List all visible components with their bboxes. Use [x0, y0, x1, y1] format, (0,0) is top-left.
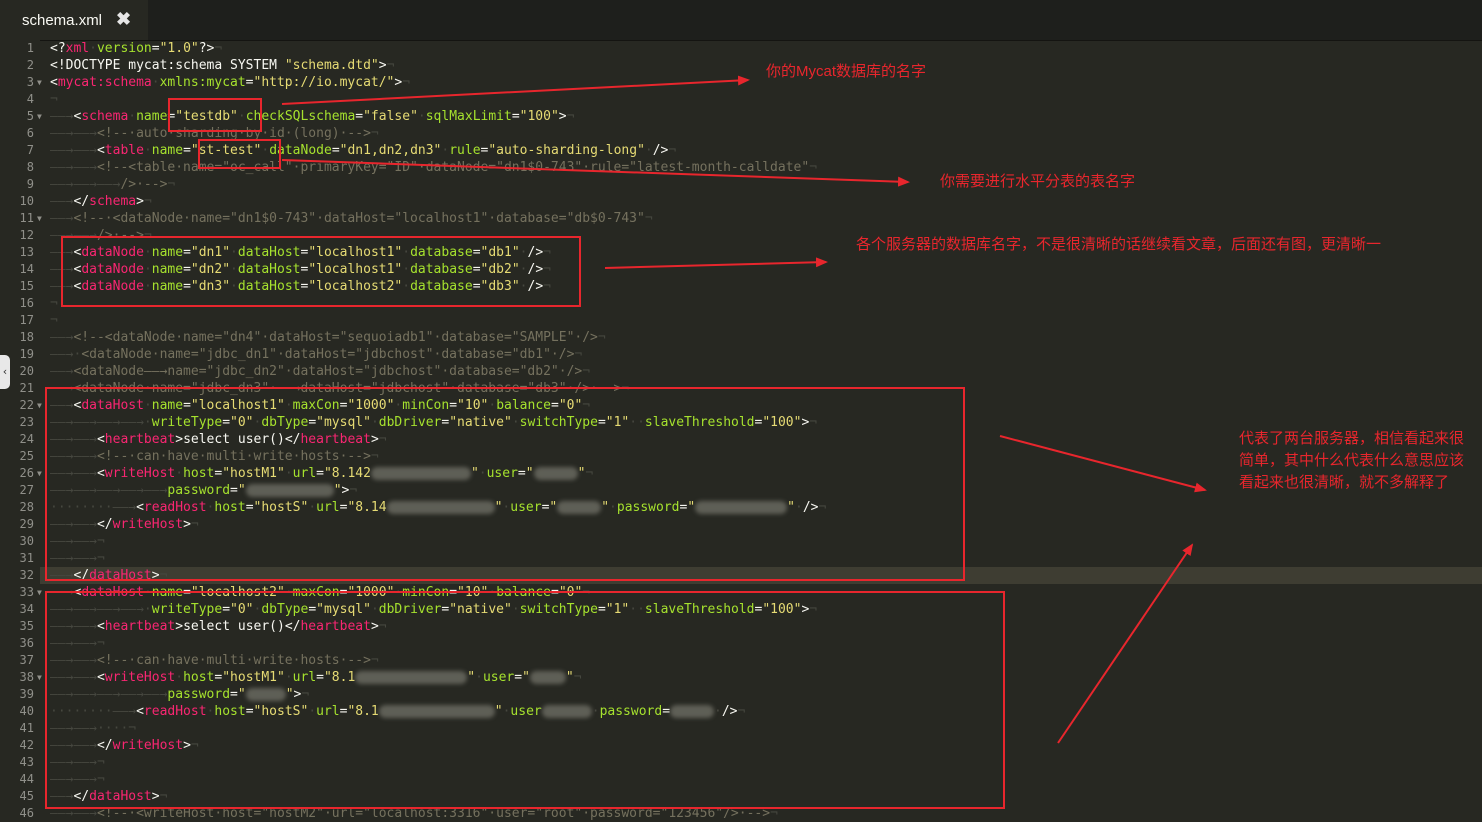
annotation-db-name: 你的Mycat数据库的名字: [766, 63, 927, 80]
arrow-node-db: [604, 257, 828, 269]
arrow-table-name: [281, 159, 910, 187]
arrow-server-2: [1057, 543, 1194, 744]
annotation-table-name: 你需要进行水平分表的表名字: [940, 173, 1136, 190]
annotation-arrows: [281, 75, 1207, 744]
arrow-server-1: [999, 435, 1207, 493]
arrow-db-name: [281, 75, 750, 105]
annotation-servers: 代表了两台服务器，相信看起来很简单，其中什么代表什么意思应该看起来也很清晰，就不…: [1239, 430, 1465, 491]
annotation-node-db: 各个服务器的数据库名字，不是很清晰的话继续看文章，后面还有图，更清晰一: [856, 236, 1382, 253]
